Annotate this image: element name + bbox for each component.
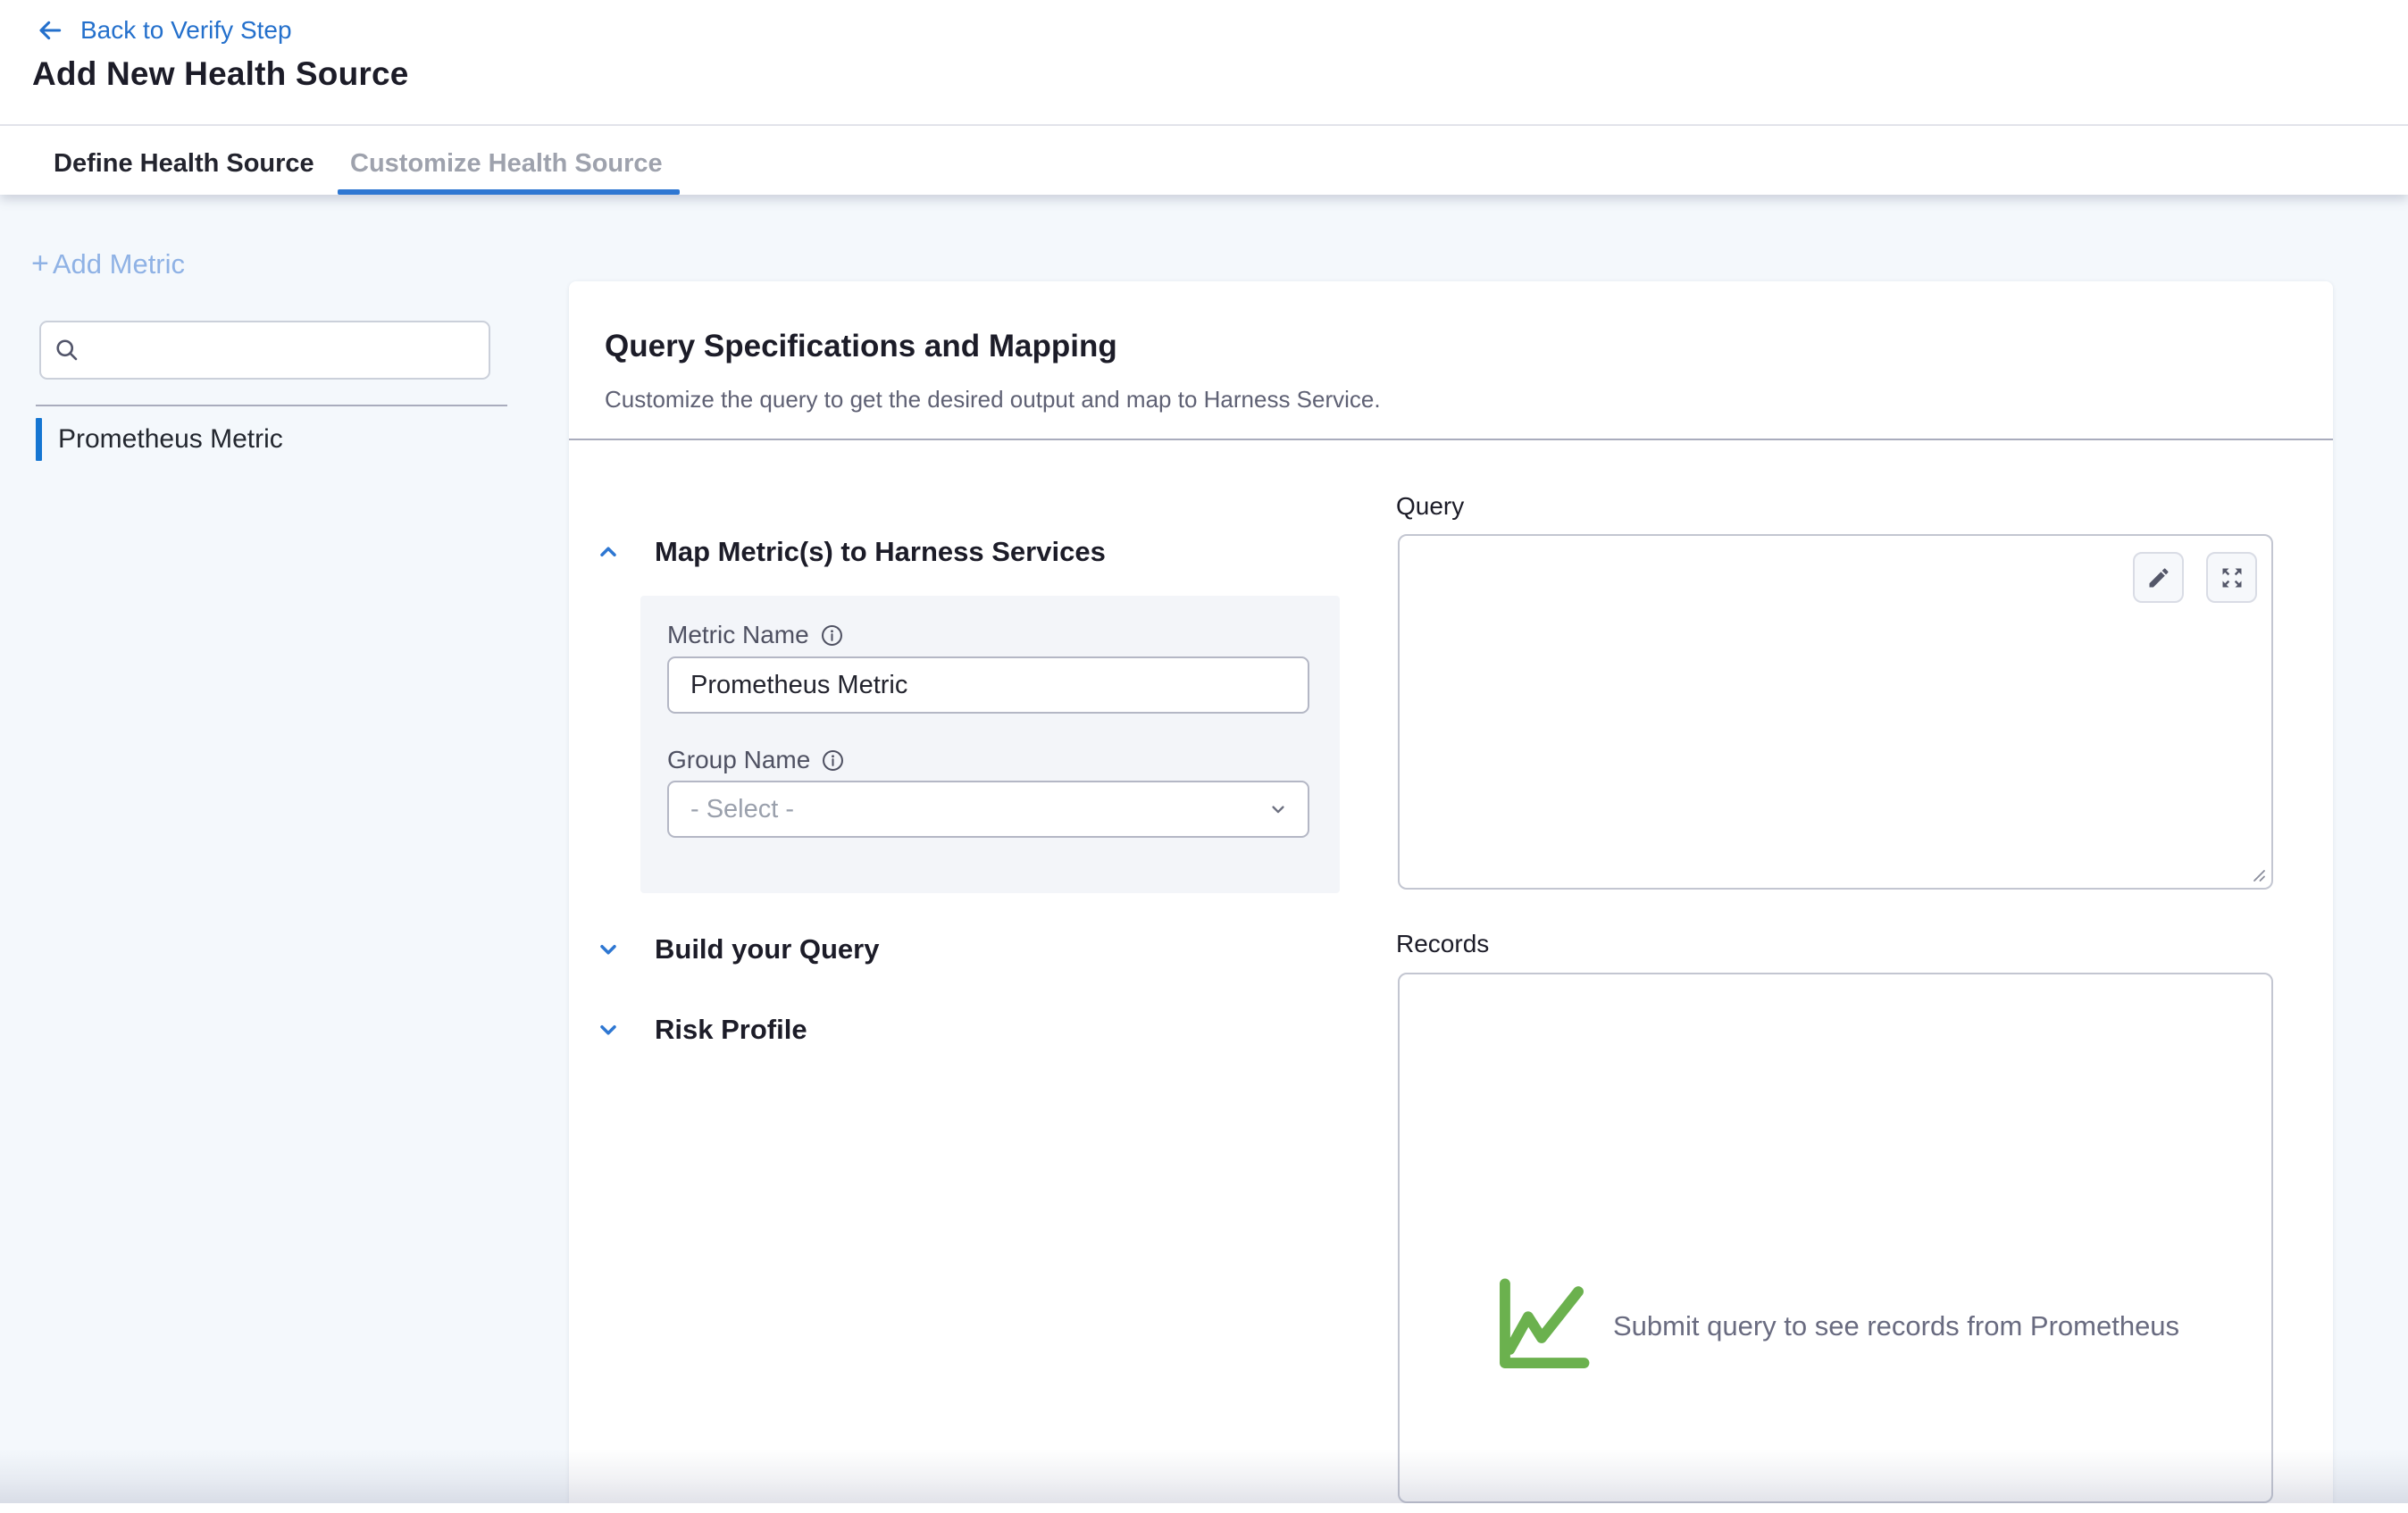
group-name-label-text: Group Name bbox=[667, 746, 810, 774]
metric-name-input[interactable] bbox=[667, 656, 1309, 714]
edit-icon bbox=[2146, 565, 2171, 590]
tab-define-health-source[interactable]: Define Health Source bbox=[54, 145, 314, 182]
back-arrow-icon bbox=[36, 16, 64, 45]
chevron-up-icon bbox=[596, 539, 621, 564]
metric-item-label: Prometheus Metric bbox=[58, 424, 283, 455]
metric-search-input[interactable] bbox=[89, 322, 489, 378]
sidebar-item-prometheus-metric[interactable]: Prometheus Metric bbox=[36, 418, 536, 461]
sidebar-divider bbox=[36, 405, 507, 406]
add-metric-label: Add Metric bbox=[53, 248, 185, 280]
chevron-down-icon bbox=[596, 937, 621, 962]
content-area: + Add Metric Prometheus Metric Query Spe… bbox=[0, 195, 2408, 1503]
expand-query-button[interactable] bbox=[2206, 552, 2257, 603]
group-name-select[interactable]: - Select - bbox=[667, 781, 1309, 838]
expand-icon bbox=[2220, 565, 2245, 590]
query-textarea[interactable] bbox=[1398, 534, 2273, 890]
active-tab-underline bbox=[338, 189, 680, 195]
query-label: Query bbox=[1396, 492, 1464, 521]
map-metric-card: Metric Name Group Name bbox=[640, 596, 1340, 893]
search-icon bbox=[54, 337, 80, 364]
back-to-verify-link[interactable]: Back to Verify Step bbox=[36, 13, 292, 48]
screen: Back to Verify Step Add New Health Sourc… bbox=[0, 0, 2408, 1513]
add-metric-button[interactable]: + Add Metric bbox=[31, 247, 185, 281]
panel-divider bbox=[569, 439, 2333, 440]
records-empty-state: Submit query to see records from Prometh… bbox=[1493, 1278, 2179, 1375]
info-icon[interactable] bbox=[821, 748, 845, 773]
records-empty-text: Submit query to see records from Prometh… bbox=[1613, 1310, 2179, 1342]
group-name-field-label: Group Name bbox=[667, 746, 845, 774]
chart-line-icon bbox=[1493, 1278, 1590, 1375]
section-label: Risk Profile bbox=[655, 1014, 807, 1046]
records-label: Records bbox=[1396, 930, 1489, 958]
section-build-your-query[interactable]: Build your Query bbox=[596, 933, 879, 965]
selected-indicator-bar bbox=[36, 418, 42, 461]
chevron-down-icon bbox=[1267, 798, 1290, 821]
tab-customize-health-source[interactable]: Customize Health Source bbox=[350, 145, 663, 182]
back-link-label: Back to Verify Step bbox=[80, 16, 292, 45]
resize-handle-icon[interactable] bbox=[2247, 864, 2267, 883]
section-map-metrics[interactable]: Map Metric(s) to Harness Services bbox=[596, 536, 1106, 568]
edit-query-button[interactable] bbox=[2133, 552, 2184, 603]
section-label: Build your Query bbox=[655, 933, 879, 965]
records-panel: Submit query to see records from Prometh… bbox=[1398, 973, 2273, 1503]
metric-name-field-label: Metric Name bbox=[667, 621, 844, 649]
info-icon[interactable] bbox=[820, 623, 844, 648]
section-risk-profile[interactable]: Risk Profile bbox=[596, 1014, 807, 1046]
page-title: Add New Health Source bbox=[32, 55, 409, 93]
panel-subheading: Customize the query to get the desired o… bbox=[605, 386, 1381, 414]
section-label: Map Metric(s) to Harness Services bbox=[655, 536, 1106, 568]
metric-search-box bbox=[39, 321, 490, 380]
page-header: Back to Verify Step Add New Health Sourc… bbox=[0, 0, 2408, 195]
chevron-down-icon bbox=[596, 1017, 621, 1042]
metric-name-label-text: Metric Name bbox=[667, 621, 809, 649]
panel-heading: Query Specifications and Mapping bbox=[605, 329, 1117, 364]
select-placeholder: - Select - bbox=[690, 795, 794, 824]
query-specifications-panel: Query Specifications and Mapping Customi… bbox=[569, 281, 2333, 1503]
bottom-strip bbox=[0, 1503, 2408, 1513]
header-divider bbox=[0, 124, 2408, 126]
plus-icon: + bbox=[31, 247, 49, 281]
